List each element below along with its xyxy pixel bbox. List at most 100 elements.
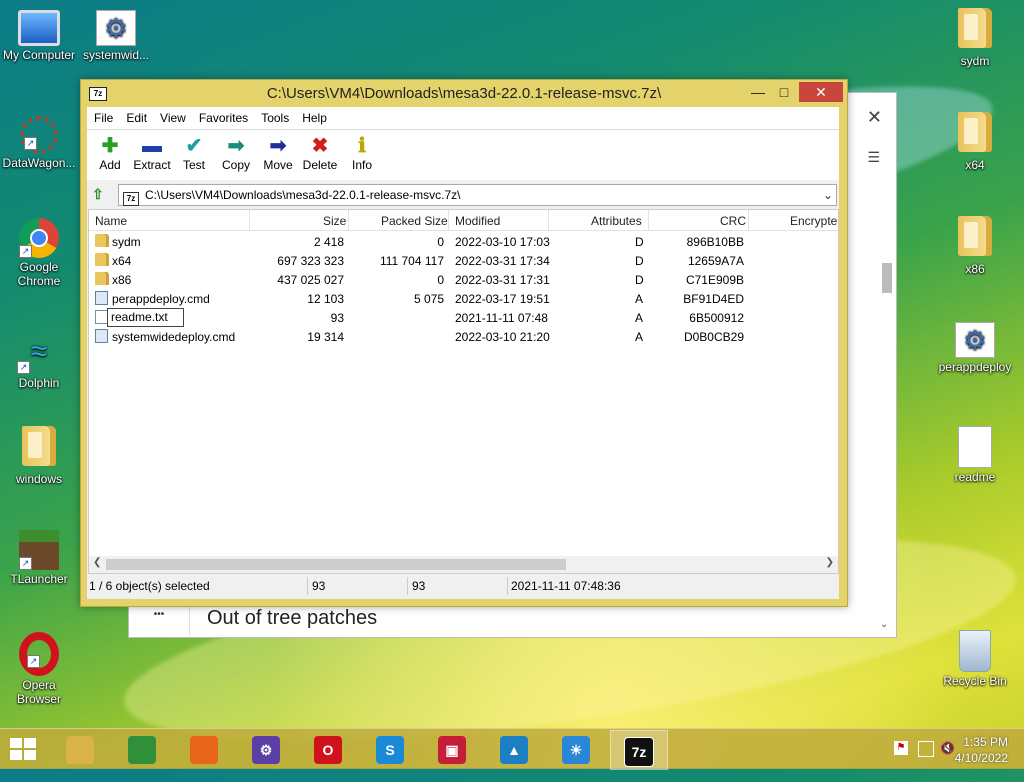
menu-icon[interactable]: ☰ <box>867 149 880 166</box>
taskbar-app[interactable]: ☀ <box>548 730 604 768</box>
file-size: 437 025 027 <box>277 273 344 287</box>
file-row[interactable]: sydm 2 418 0 2022-03-10 17:03 D 896B10BB <box>89 232 838 251</box>
toolbar-label: Delete <box>302 158 338 172</box>
more-button[interactable]: ••• <box>129 605 190 635</box>
start-button[interactable] <box>10 738 38 760</box>
horizontal-scrollbar[interactable]: ❮ ❯ <box>89 556 838 573</box>
extract-button[interactable]: ▬ Extract <box>129 134 175 172</box>
taskbar-app[interactable]: ▣ <box>424 730 480 768</box>
taskbar-app[interactable] <box>176 730 232 768</box>
taskbar-app[interactable]: S <box>362 730 418 768</box>
add-button[interactable]: ✚ Add <box>87 134 133 172</box>
file-row[interactable]: readme.txt 93 2021-11-11 07:48 A 6B500912 <box>89 308 838 327</box>
desktop-icon[interactable]: x64 <box>937 110 1013 172</box>
taskbar-app[interactable] <box>52 730 108 768</box>
file-size: 93 <box>330 311 344 325</box>
archive-icon: 7z <box>123 192 139 206</box>
opera-icon: ↗ <box>19 632 59 676</box>
chevron-down-icon[interactable]: ⌄ <box>823 185 833 205</box>
close-icon[interactable]: ✕ <box>867 107 882 128</box>
action-center-flag-icon[interactable]: ⚑ <box>894 741 908 755</box>
move-button[interactable]: ➡ Move <box>255 134 301 172</box>
desktop-icon[interactable]: ⚙ perappdeploy <box>937 322 1013 374</box>
title-bar[interactable]: 7z C:\Users\VM4\Downloads\mesa3d-22.0.1-… <box>81 80 847 106</box>
clock[interactable]: 1:35 PM 4/10/2022 <box>955 734 1008 766</box>
maximize-button[interactable]: □ <box>771 82 797 102</box>
status-bar: 1 / 6 object(s) selected 93 93 2021-11-1… <box>87 575 839 597</box>
file-row[interactable]: perappdeploy.cmd 12 103 5 075 2022-03-17 19… <box>89 289 838 308</box>
menu-help[interactable]: Help <box>295 107 333 125</box>
column-divider[interactable] <box>348 210 349 230</box>
desktop-icon[interactable]: ≈ ↗ Dolphin <box>1 330 77 390</box>
column-header-modified[interactable]: Modified <box>455 214 500 228</box>
menu-view[interactable]: View <box>153 107 192 125</box>
column-header-attributes[interactable]: Attributes <box>591 214 642 228</box>
scroll-right-arrow[interactable]: ❯ <box>826 557 834 568</box>
desktop-icon[interactable]: ↗ Opera Browser <box>1 632 77 706</box>
minimize-button[interactable]: — <box>745 82 771 102</box>
column-header-name[interactable]: Name <box>95 214 127 228</box>
status-packed-size: 93 <box>412 579 426 593</box>
desktop-icon[interactable]: ↗ DataWagon... <box>1 116 77 170</box>
file-name: x64 <box>112 254 132 268</box>
menu-tools[interactable]: Tools <box>254 107 295 125</box>
file-attributes: D <box>635 235 644 249</box>
taskbar-app[interactable]: O <box>300 730 356 768</box>
info-button[interactable]: ℹ Info <box>339 134 385 172</box>
column-divider[interactable] <box>548 210 549 230</box>
desktop-icon[interactable]: ⚙ systemwid... <box>78 10 154 62</box>
file-list[interactable]: Name Size Packed Size Modified Attribute… <box>88 209 839 574</box>
column-header-packed-size[interactable]: Packed Size <box>381 214 448 228</box>
menu-file[interactable]: File <box>87 107 119 125</box>
scrollbar-thumb[interactable] <box>882 263 892 293</box>
toolbar-label: Copy <box>221 158 250 172</box>
opera-icon: O <box>314 736 342 764</box>
skype-icon: S <box>376 736 404 764</box>
desktop-icon-label: perappdeploy <box>938 360 1012 374</box>
file-crc: 896B10BB <box>686 235 744 249</box>
column-header-crc[interactable]: CRC <box>720 214 746 228</box>
desktop-icon[interactable]: x86 <box>937 214 1013 276</box>
desktop-icon[interactable]: ↗ Google Chrome <box>1 218 77 288</box>
menu-favorites[interactable]: Favorites <box>192 107 254 125</box>
computer-icon <box>18 10 60 46</box>
taskbar-app[interactable] <box>114 730 170 768</box>
desktop-icon[interactable]: ↗ TLauncher <box>1 530 77 586</box>
column-divider[interactable] <box>249 210 250 230</box>
taskbar-app[interactable]: ▲ <box>486 730 542 768</box>
menu-edit[interactable]: Edit <box>119 107 153 125</box>
file-row[interactable]: systemwidedeploy.cmd 19 314 2022-03-10 21:… <box>89 327 838 346</box>
taskbar-app[interactable]: ⚙ <box>238 730 294 768</box>
delete-button[interactable]: ✖ Delete <box>297 134 343 172</box>
network-icon[interactable] <box>918 741 934 757</box>
clock-date: 4/10/2022 <box>954 751 1008 765</box>
file-row[interactable]: x86 437 025 027 0 2022-03-31 17:31 D C71E909B <box>89 270 838 289</box>
scrollbar-thumb[interactable] <box>106 559 566 570</box>
scrollbar[interactable]: ⌄ <box>880 175 892 630</box>
taskbar-app[interactable]: 7z <box>610 730 668 770</box>
file-name: systemwidedeploy.cmd <box>112 330 236 344</box>
up-folder-icon[interactable]: ⇧ <box>92 186 110 204</box>
test-button[interactable]: ✔ Test <box>171 134 217 172</box>
column-divider[interactable] <box>448 210 449 230</box>
copy-button[interactable]: ➡ Copy <box>213 134 259 172</box>
close-button[interactable]: ✕ <box>799 82 843 102</box>
scroll-left-arrow[interactable]: ❮ <box>93 557 101 568</box>
address-input[interactable]: 7z C:\Users\VM4\Downloads\mesa3d-22.0.1-r… <box>118 184 837 206</box>
column-divider[interactable] <box>748 210 749 230</box>
desktop-icon[interactable]: sydm <box>937 6 1013 68</box>
desktop-icon[interactable]: Recycle Bin <box>937 630 1013 688</box>
scroll-down-arrow[interactable]: ⌄ <box>880 619 888 630</box>
desktop-icon[interactable]: readme <box>937 426 1013 484</box>
file-size: 19 314 <box>307 330 344 344</box>
file-row[interactable]: x64 697 323 323 111 704 117 2022-03-31 17:3… <box>89 251 838 270</box>
volume-muted-icon[interactable]: 🔇 <box>940 741 955 755</box>
rename-input[interactable]: readme.txt <box>107 308 184 327</box>
column-header-size[interactable]: Size <box>323 214 346 228</box>
column-divider[interactable] <box>648 210 649 230</box>
desktop-icon[interactable]: My Computer <box>1 10 77 62</box>
file-crc: C71E909B <box>685 273 744 287</box>
column-header-encrypted[interactable]: Encrypte <box>790 214 837 228</box>
folder-icon <box>95 272 109 285</box>
desktop-icon[interactable]: windows <box>1 424 77 486</box>
